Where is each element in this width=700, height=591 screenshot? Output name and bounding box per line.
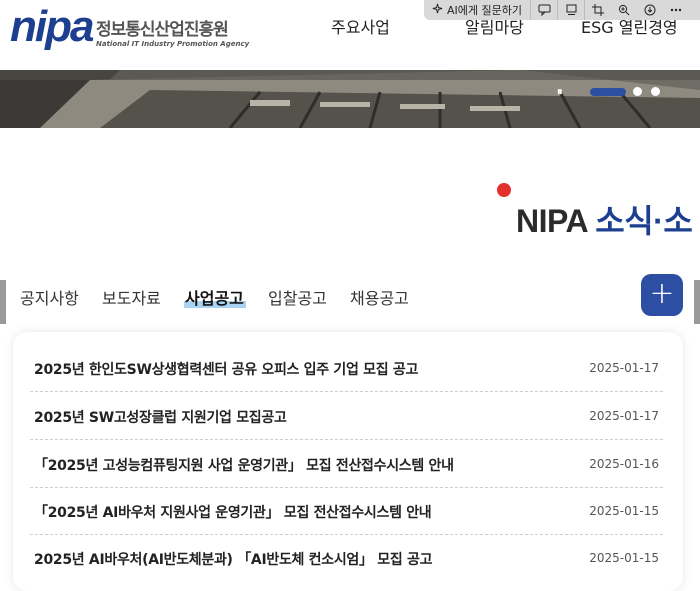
scroll-left-edge [0, 280, 6, 324]
browser-overlay-toolbar: AI에게 질문하기 [424, 0, 700, 20]
notice-date: 2025-01-15 [589, 551, 659, 565]
list-item[interactable]: 「2025년 고성능컴퓨팅지원 사업 운영기관」 모집 전산접수시스템 안내 2… [30, 440, 663, 488]
hero-banner-image [0, 70, 700, 128]
download-icon[interactable] [637, 0, 663, 20]
tab-press-releases[interactable]: 보도자료 [102, 285, 161, 309]
notice-list-card: 2025년 한인도SW상생협력센터 공유 오피스 입주 기업 모집 공고 202… [13, 332, 683, 591]
notice-title[interactable]: 「2025년 AI바우처 지원사업 운영기관」 모집 전산접수시스템 안내 [34, 502, 432, 522]
nav-main-business[interactable]: 주요사업 [331, 14, 390, 38]
section-title-prefix: NIPA [516, 203, 596, 239]
notice-date: 2025-01-15 [589, 504, 659, 518]
logo-mark: nipa [10, 2, 94, 51]
list-item[interactable]: 「2025년 AI바우처 지원사업 운영기관」 모집 전산접수시스템 안내 20… [30, 487, 663, 535]
notice-date: 2025-01-16 [589, 457, 659, 471]
crop-icon[interactable] [585, 0, 611, 20]
tab-bidding[interactable]: 입찰공고 [268, 285, 327, 309]
list-item[interactable]: 2025년 AI바우처(AI반도체분과) 「AI반도체 컨소시엄」 모집 공고 … [30, 534, 663, 581]
tab-recruitment[interactable]: 채용공고 [350, 285, 409, 309]
tab-announcements[interactable]: 공지사항 [20, 285, 79, 309]
section-title: NIPA 소식·소 [516, 196, 693, 242]
carousel-controls: ⏸ [557, 84, 667, 98]
logo-korean-name: 정보통신산업진흥원 [96, 20, 229, 40]
scrollbar-thumb[interactable] [694, 280, 700, 324]
nipa-logo[interactable]: nipa 정보통신산업진흥원 National IT Industry Prom… [10, 5, 260, 53]
pause-icon[interactable]: ⏸ [557, 85, 563, 99]
more-icon[interactable] [663, 0, 689, 20]
accent-dot [497, 183, 511, 197]
section-title-main: 소식·소 [595, 203, 693, 239]
notice-date: 2025-01-17 [589, 409, 659, 423]
notice-date: 2025-01-17 [589, 361, 659, 375]
ask-ai-label: AI에게 질문하기 [447, 4, 522, 17]
comment-icon[interactable] [531, 0, 558, 20]
notice-title[interactable]: 「2025년 고성능컴퓨팅지원 사업 운영기관」 모집 전산접수시스템 안내 [34, 455, 454, 475]
carousel-dot[interactable] [633, 87, 642, 96]
carousel-dot[interactable] [651, 87, 660, 96]
notice-title[interactable]: 2025년 한인도SW상생협력센터 공유 오피스 입주 기업 모집 공고 [34, 359, 418, 379]
notice-title[interactable]: 2025년 SW고성장클럽 지원기업 모집공고 [34, 407, 287, 427]
list-item[interactable]: 2025년 SW고성장클럽 지원기업 모집공고 2025-01-17 [30, 392, 663, 440]
more-button[interactable]: + [641, 274, 683, 316]
carousel-dot-active[interactable] [590, 88, 626, 96]
reader-icon[interactable] [558, 0, 585, 20]
logo-english-name: National IT Industry Promotion Agency [96, 40, 250, 48]
zoom-in-icon[interactable] [611, 0, 637, 20]
notice-title[interactable]: 2025년 AI바우처(AI반도체분과) 「AI반도체 컨소시엄」 모집 공고 [34, 549, 432, 569]
ask-ai-button[interactable]: AI에게 질문하기 [424, 0, 531, 20]
list-item[interactable]: 2025년 한인도SW상생협력센터 공유 오피스 입주 기업 모집 공고 202… [30, 344, 663, 392]
sparkle-icon [432, 3, 443, 17]
tab-business-announcements[interactable]: 사업공고 [185, 285, 244, 309]
